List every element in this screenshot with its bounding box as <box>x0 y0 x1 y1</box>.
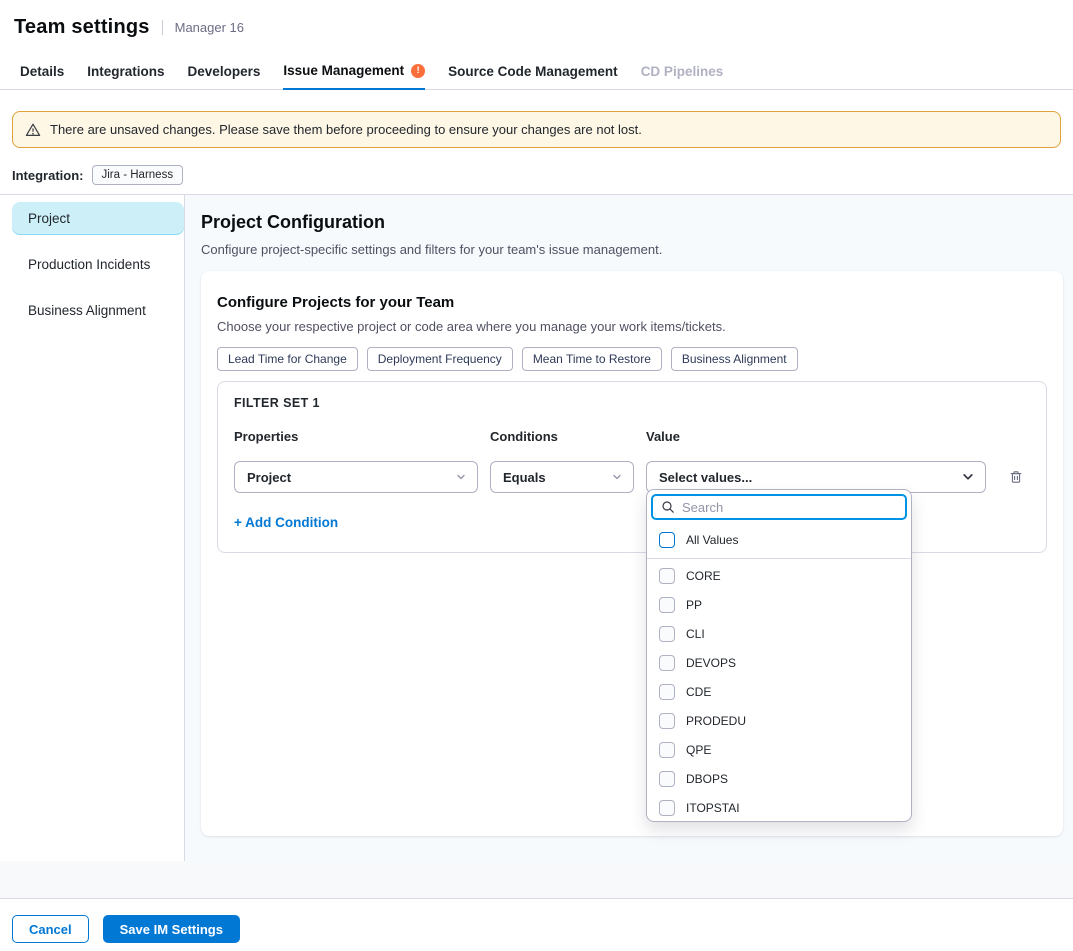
option-qpe[interactable]: QPE <box>647 735 911 764</box>
column-value: Value <box>646 429 986 444</box>
page-title: Team settings <box>14 16 150 39</box>
all-values-checkbox[interactable] <box>659 532 675 548</box>
condition-select[interactable]: Equals <box>490 461 634 493</box>
property-select[interactable]: Project <box>234 461 478 493</box>
value-select-dropdown: All Values CORE PP CLI DEVOPS CDE PRODED… <box>646 489 912 822</box>
main-panel: Project Configuration Configure project-… <box>185 195 1073 861</box>
dropdown-divider <box>647 558 911 559</box>
configure-projects-card: Configure Projects for your Team Choose … <box>201 271 1063 836</box>
warning-icon <box>25 122 41 138</box>
footer-actions: Cancel Save IM Settings <box>0 898 1073 951</box>
sidebar-item-production-incidents[interactable]: Production Incidents <box>12 248 184 281</box>
add-condition-button[interactable]: + Add Condition <box>234 515 338 530</box>
chevron-down-icon <box>961 470 975 484</box>
tab-cd-pipelines: CD Pipelines <box>641 64 724 89</box>
filter-set-1: FILTER SET 1 Properties Conditions Value… <box>217 381 1047 553</box>
metric-tags: Lead Time for Change Deployment Frequenc… <box>217 347 1047 371</box>
option-pp[interactable]: PP <box>647 590 911 619</box>
option-cli[interactable]: CLI <box>647 619 911 648</box>
page-header: Team settings Manager 16 <box>0 0 1073 55</box>
tag-business-alignment[interactable]: Business Alignment <box>671 347 798 371</box>
checkbox[interactable] <box>659 684 675 700</box>
all-values-label: All Values <box>686 533 738 547</box>
unsaved-changes-badge: ! <box>411 64 425 78</box>
tab-issue-management[interactable]: Issue Management ! <box>283 63 425 90</box>
notice-section: There are unsaved changes. Please save t… <box>0 90 1073 194</box>
option-itopstai[interactable]: ITOPSTAI <box>647 793 911 822</box>
filter-set-title: FILTER SET 1 <box>234 396 1030 410</box>
section-subtitle: Configure project-specific settings and … <box>201 242 1063 257</box>
chevron-down-icon <box>455 471 467 483</box>
tab-details[interactable]: Details <box>20 64 64 89</box>
sidebar-item-business-alignment[interactable]: Business Alignment <box>12 294 184 327</box>
sidebar-item-project[interactable]: Project <box>12 202 184 235</box>
integration-chip[interactable]: Jira - Harness <box>92 165 184 185</box>
tab-source-code-management[interactable]: Source Code Management <box>448 64 618 89</box>
checkbox[interactable] <box>659 655 675 671</box>
search-icon <box>661 500 675 514</box>
page-subtitle: Manager 16 <box>162 20 244 35</box>
delete-condition-button[interactable] <box>1004 465 1028 489</box>
trash-icon <box>1008 469 1024 485</box>
save-im-settings-button[interactable]: Save IM Settings <box>103 915 240 943</box>
checkbox[interactable] <box>659 597 675 613</box>
checkbox[interactable] <box>659 626 675 642</box>
chevron-down-icon <box>611 471 623 483</box>
cancel-button[interactable]: Cancel <box>12 915 89 943</box>
integration-label: Integration: <box>12 168 84 183</box>
card-title: Configure Projects for your Team <box>217 294 1047 311</box>
team-settings-page: Team settings Manager 16 Details Integra… <box>0 0 1073 951</box>
option-cde[interactable]: CDE <box>647 677 911 706</box>
banner-text: There are unsaved changes. Please save t… <box>50 122 642 137</box>
footer-spacer <box>0 861 1073 898</box>
checkbox[interactable] <box>659 771 675 787</box>
dropdown-options-list[interactable]: CORE PP CLI DEVOPS CDE PRODEDU QPE DBOPS… <box>647 561 911 822</box>
filter-grid: Properties Conditions Value Project Equa… <box>234 410 1030 493</box>
tab-developers[interactable]: Developers <box>188 64 261 89</box>
tab-integrations[interactable]: Integrations <box>87 64 164 89</box>
option-devops[interactable]: DEVOPS <box>647 648 911 677</box>
tag-deployment-frequency[interactable]: Deployment Frequency <box>367 347 513 371</box>
dropdown-search <box>651 494 907 520</box>
checkbox[interactable] <box>659 713 675 729</box>
tab-content: Project Production Incidents Business Al… <box>0 194 1073 861</box>
tab-bar: Details Integrations Developers Issue Ma… <box>0 55 1073 90</box>
checkbox[interactable] <box>659 568 675 584</box>
column-conditions: Conditions <box>490 429 634 444</box>
unsaved-changes-banner: There are unsaved changes. Please save t… <box>12 111 1061 148</box>
section-title: Project Configuration <box>201 212 1063 233</box>
card-subtitle: Choose your respective project or code a… <box>217 319 1047 334</box>
integration-row: Integration: Jira - Harness <box>12 165 1061 194</box>
tag-mean-time-to-restore[interactable]: Mean Time to Restore <box>522 347 662 371</box>
search-input[interactable] <box>682 500 897 515</box>
checkbox[interactable] <box>659 742 675 758</box>
all-values-option[interactable]: All Values <box>647 524 911 555</box>
column-properties: Properties <box>234 429 478 444</box>
tag-lead-time-for-change[interactable]: Lead Time for Change <box>217 347 358 371</box>
option-core[interactable]: CORE <box>647 561 911 590</box>
settings-sidebar: Project Production Incidents Business Al… <box>0 195 185 861</box>
checkbox[interactable] <box>659 800 675 816</box>
option-prodedu[interactable]: PRODEDU <box>647 706 911 735</box>
option-dbops[interactable]: DBOPS <box>647 764 911 793</box>
